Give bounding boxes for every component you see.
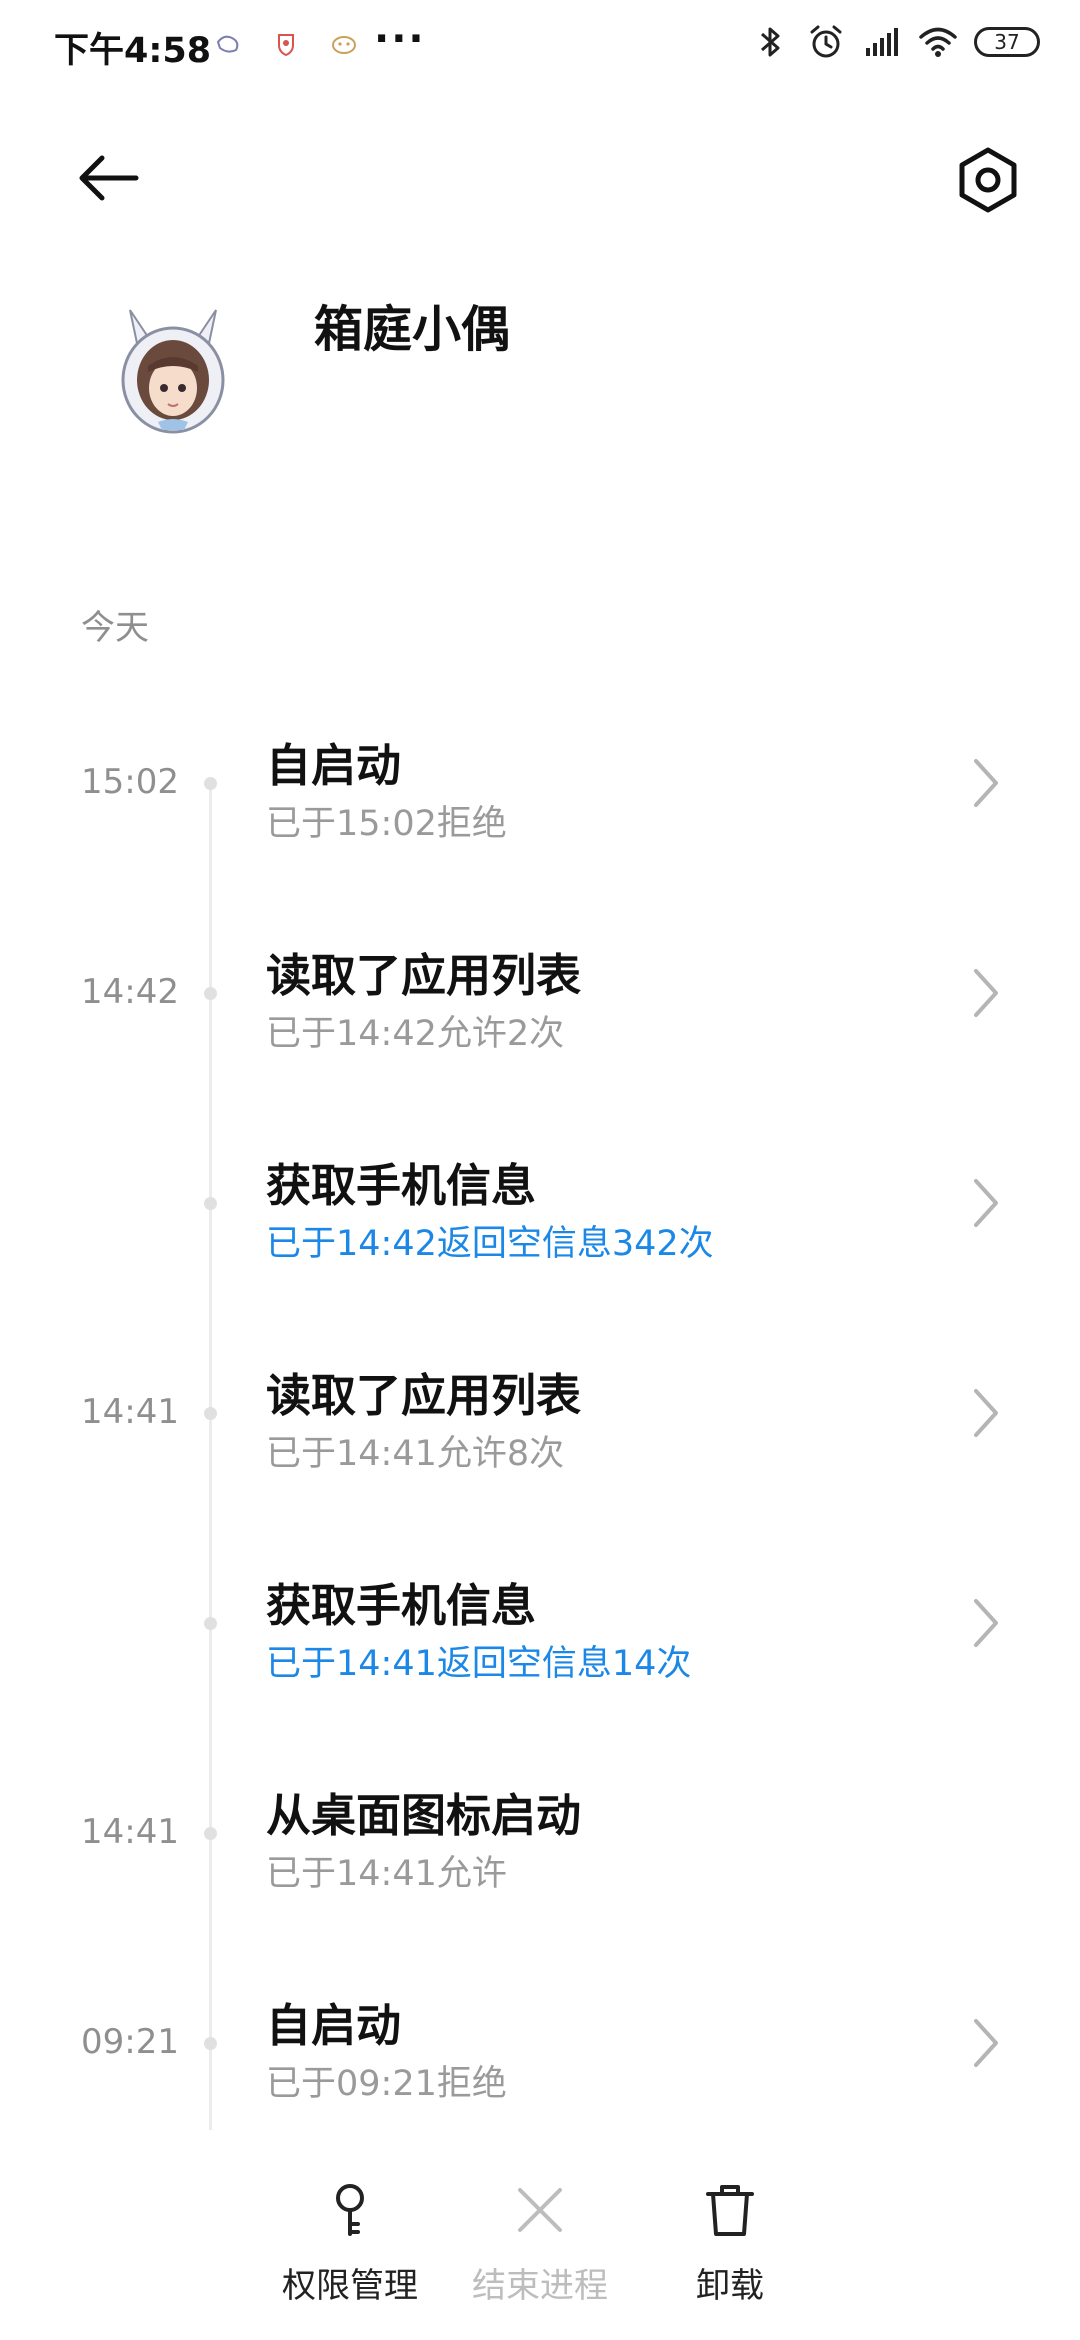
section-label-today: 今天 — [81, 608, 149, 648]
uninstall-button-label: 卸载 — [696, 2266, 764, 2306]
entry-title: 自启动 — [266, 1999, 402, 2052]
entry-time: 14:41 — [81, 1812, 179, 1852]
app-name: 箱庭小偶 — [314, 301, 511, 358]
entry-subtitle: 已于14:42允许2次 — [266, 1014, 565, 1054]
timeline-dot — [204, 777, 217, 790]
entry-title: 获取手机信息 — [266, 1159, 537, 1212]
status-time: 下午4:58 — [54, 31, 212, 71]
system-status-icons: 37 — [750, 22, 1040, 62]
chevron-right-icon — [974, 969, 998, 1017]
timeline-dot — [204, 1827, 217, 1840]
timeline-entry[interactable]: 14:41 读取了应用列表 已于14:41允许8次 — [0, 1337, 1080, 1487]
timeline-entry[interactable]: 14:42 读取了应用列表 已于14:42允许2次 — [0, 917, 1080, 1067]
end-process-button-label: 结束进程 — [472, 2266, 608, 2306]
timeline-entry: 14:41 从桌面图标启动 已于14:41允许 — [0, 1757, 1080, 1907]
notification-icon-1 — [216, 35, 239, 53]
bottom-action-bar: 权限管理 结束进程 卸载 — [0, 2150, 1080, 2340]
close-icon — [518, 2188, 562, 2232]
entry-subtitle: 已于14:41允许 — [266, 1854, 507, 1894]
entry-title: 读取了应用列表 — [266, 1369, 582, 1422]
entry-subtitle: 已于14:41返回空信息14次 — [266, 1644, 692, 1684]
chevron-right-icon — [974, 759, 998, 807]
timeline-dot — [204, 2037, 217, 2050]
notification-icon-2 — [278, 34, 294, 57]
timeline-entry[interactable]: 15:02 自启动 已于15:02拒绝 — [0, 707, 1080, 857]
signal-icon — [866, 28, 898, 56]
chevron-right-icon — [974, 1179, 998, 1227]
more-notifications-indicator: ··· — [374, 16, 426, 62]
app-avatar-icon — [121, 309, 225, 434]
entry-time: 14:41 — [81, 1392, 179, 1432]
entry-subtitle: 已于14:41允许8次 — [266, 1434, 565, 1474]
battery-icon: 37 — [974, 27, 1040, 57]
end-process-button: 结束进程 — [440, 2180, 640, 2307]
entry-title: 自启动 — [266, 739, 402, 792]
chevron-right-icon — [974, 2019, 998, 2067]
timeline-entry[interactable]: 09:21 自启动 已于09:21拒绝 — [0, 1967, 1080, 2117]
alarm-icon — [810, 25, 842, 58]
timeline-dot — [204, 1197, 217, 1210]
entry-subtitle: 已于15:02拒绝 — [266, 804, 507, 844]
status-bar: 下午4:58 ··· 37 — [0, 0, 1080, 90]
entry-title: 读取了应用列表 — [266, 949, 582, 1002]
app-permission-history-screen: 下午4:58 ··· 37 箱庭小偶 今天 15:02 自启动 已于15:02拒… — [0, 0, 1080, 2340]
chevron-right-icon — [974, 1599, 998, 1647]
settings-hexagon-icon[interactable] — [948, 140, 1028, 220]
notification-icon-3 — [332, 36, 356, 54]
trash-icon — [706, 2185, 754, 2236]
wifi-icon — [919, 27, 957, 57]
chevron-right-icon — [974, 1389, 998, 1437]
entry-title: 从桌面图标启动 — [266, 1789, 582, 1842]
permissions-key-icon — [336, 2184, 364, 2236]
timeline-entry[interactable]: 获取手机信息 已于14:42返回空信息342次 — [0, 1127, 1080, 1277]
timeline-entry[interactable]: 获取手机信息 已于14:41返回空信息14次 — [0, 1547, 1080, 1697]
timeline-dot — [204, 1407, 217, 1420]
permissions-button-label: 权限管理 — [282, 2266, 418, 2306]
entry-time: 14:42 — [81, 972, 179, 1012]
timeline-dot — [204, 1617, 217, 1630]
permissions-button[interactable]: 权限管理 — [250, 2180, 450, 2307]
entry-title: 获取手机信息 — [266, 1579, 537, 1632]
entry-time: 09:21 — [81, 2022, 179, 2062]
entry-time: 15:02 — [81, 762, 179, 802]
entry-subtitle: 已于09:21拒绝 — [266, 2064, 507, 2104]
notification-icons — [214, 30, 358, 58]
timeline-dot — [204, 987, 217, 1000]
bluetooth-icon — [761, 27, 780, 57]
uninstall-button[interactable]: 卸载 — [630, 2180, 830, 2307]
entry-subtitle: 已于14:42返回空信息342次 — [266, 1224, 714, 1264]
battery-level: 37 — [994, 30, 1020, 54]
back-arrow-icon[interactable] — [70, 140, 150, 220]
